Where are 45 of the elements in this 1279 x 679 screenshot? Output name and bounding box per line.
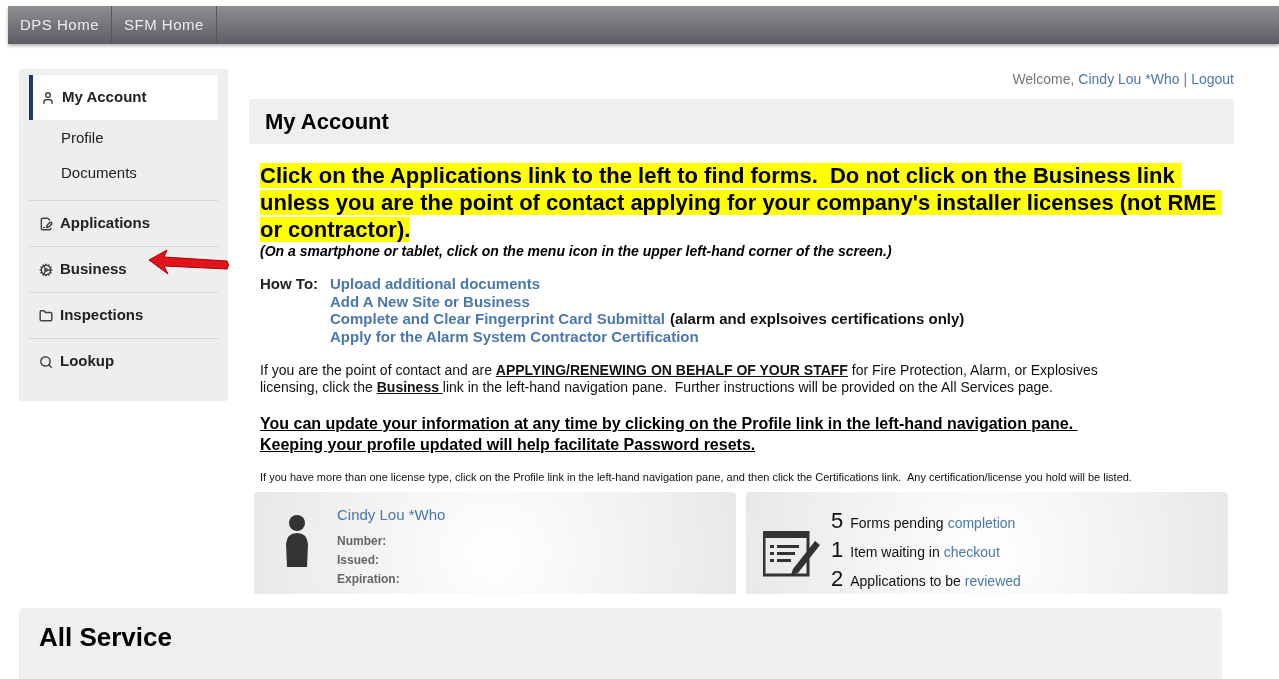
- sidebar-item[interactable]: Business: [29, 247, 218, 292]
- folder-icon: [39, 308, 53, 323]
- license-note: If you have more than one license type, click on the Profile link in the left-hand navigation pane, and then click the Certifications link. Any certification/license you hold will be listed.: [260, 470, 1133, 485]
- profile-field-label: Expiration:: [337, 570, 401, 588]
- sidebar-item[interactable]: Applications: [29, 201, 218, 246]
- sidebar-subitem[interactable]: Profile: [29, 120, 218, 155]
- logout-link[interactable]: Logout: [1191, 69, 1234, 99]
- profile-field-label: Issued:: [337, 551, 380, 569]
- nav-link[interactable]: SFM Home: [112, 6, 217, 44]
- profile-field-label: Number:: [337, 532, 388, 550]
- person-icon: [41, 90, 55, 105]
- person-silhouette-icon: [283, 514, 311, 567]
- status-link[interactable]: checkout: [943, 542, 1000, 563]
- search-icon: [39, 354, 53, 369]
- nav-link[interactable]: DPS Home: [8, 6, 113, 44]
- how-to-link[interactable]: Add A New Site or Business: [330, 292, 530, 310]
- form-icon: [39, 216, 53, 231]
- sidebar-subitem[interactable]: Documents: [29, 155, 218, 190]
- how-to-link[interactable]: Upload additional documents: [330, 275, 540, 293]
- welcome-text: Welcome,: [1012, 70, 1075, 89]
- status-text: Applications to be: [850, 572, 961, 591]
- link-note: (alarm and explsoives certifications only): [670, 310, 965, 328]
- sidebar-item[interactable]: My Account: [29, 75, 218, 120]
- status-count: 5: [831, 507, 844, 535]
- staff-paragraph: If you are the point of contact and are APPLYING/RENEWING ON BEHALF OF YOUR STAFF for Fire Protection, Alarm, or Explosives licensing, click the Business link in the left-hand navigation pane. Further instructions will be provided on the All Services page.: [260, 362, 1099, 396]
- sidebar-item[interactable]: Lookup: [29, 339, 218, 384]
- mobile-hint: (On a smartphone or tablet, click on the menu icon in the upper left-hand corner of the screen.): [260, 243, 893, 260]
- profile-notice: You can update your information at any time by clicking on the Profile link in the left-hand navigation pane. Keeping your profile updated will help facilitate Password resets.: [260, 414, 1075, 455]
- status-link[interactable]: reviewed: [964, 571, 1021, 592]
- status-text: Item waiting in: [850, 543, 940, 562]
- how-to-link[interactable]: Complete and Clear Fingerprint Card Submittal: [330, 310, 666, 328]
- form-pencil-icon: [763, 531, 821, 577]
- status-link[interactable]: completion: [947, 513, 1016, 534]
- separator-text: |: [1183, 70, 1188, 89]
- user-link[interactable]: Cindy Lou *Who: [1078, 69, 1180, 99]
- cog-icon: [39, 262, 53, 277]
- status-text: Forms pending: [850, 514, 944, 533]
- all-services-title: All Service: [39, 621, 173, 654]
- profile-name-link[interactable]: Cindy Lou *Who: [337, 504, 446, 527]
- status-count: 2: [831, 565, 844, 593]
- status-count: 1: [831, 536, 844, 564]
- sidebar-item[interactable]: Inspections: [29, 293, 218, 338]
- page-title: My Account: [265, 108, 389, 136]
- how-to-label: How To:: [260, 275, 320, 294]
- how-to-link[interactable]: Apply for the Alarm System Contractor Certification: [330, 327, 699, 345]
